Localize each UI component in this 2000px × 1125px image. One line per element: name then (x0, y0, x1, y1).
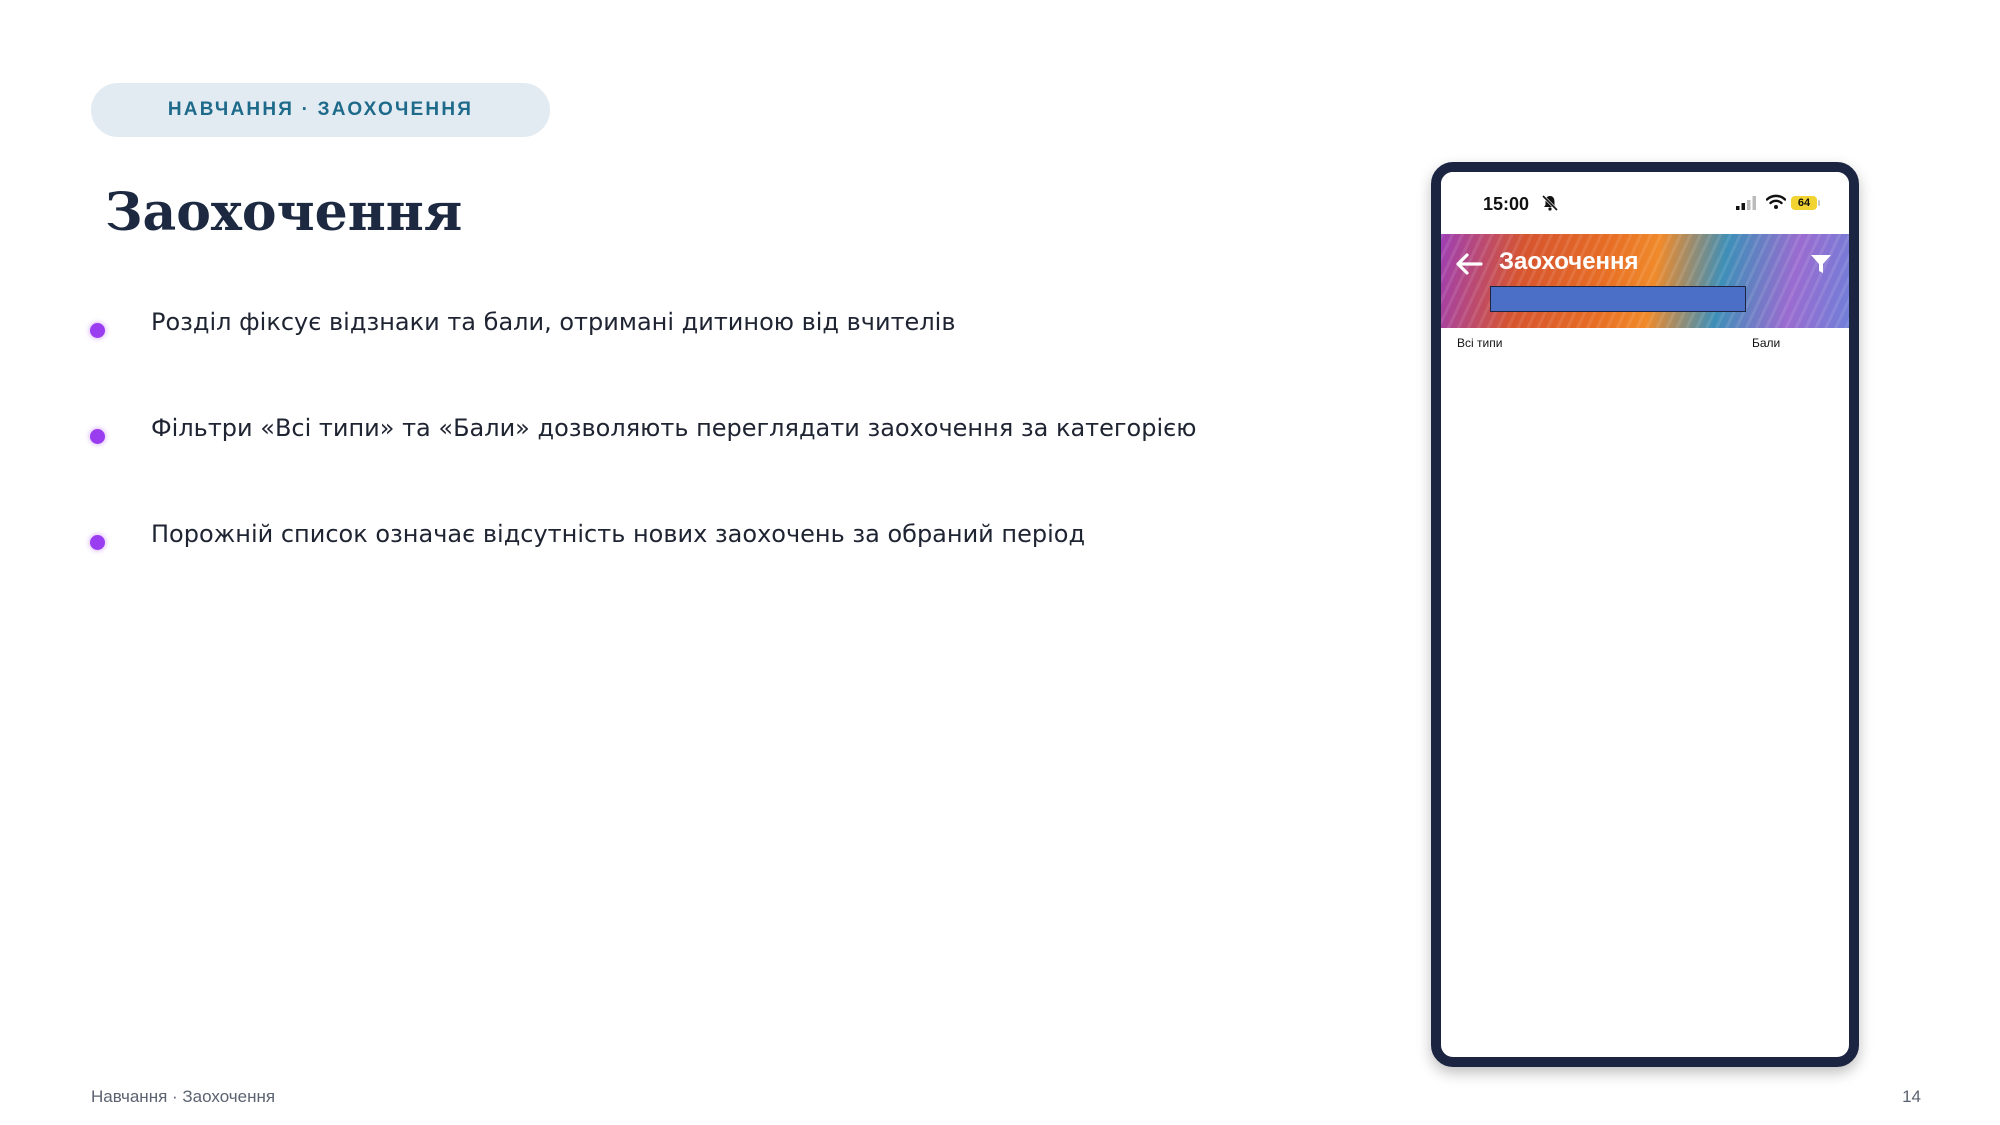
filter-row: Всі типи Бали (1441, 328, 1849, 358)
battery-tip (1818, 200, 1820, 206)
page-number: 14 (1902, 1087, 1921, 1106)
bullet-dot-icon (90, 535, 105, 550)
filter-points[interactable]: Бали (1752, 336, 1780, 350)
section-badge: НАВЧАННЯ · ЗАОХОЧЕННЯ (91, 83, 550, 137)
status-bar: 15:00 64 (1441, 172, 1849, 234)
app-header: Заохочення (1441, 234, 1849, 328)
bullet-text: Фільтри «Всі типи» та «Бали» дозволяють … (151, 414, 1197, 442)
page-title: Заохочення (105, 182, 463, 243)
bullet-text: Розділ фіксує відзнаки та бали, отримані… (151, 308, 956, 336)
bullet-dot-icon (90, 429, 105, 444)
app-title: Заохочення (1499, 248, 1639, 275)
bullet-dot-icon (90, 323, 105, 338)
filter-icon[interactable] (1809, 252, 1833, 281)
filter-all-types[interactable]: Всі типи (1457, 336, 1502, 350)
footer-caption: Навчання · Заохочення (91, 1087, 276, 1106)
battery-icon: 64 (1791, 196, 1817, 210)
status-time: 15:00 (1483, 194, 1530, 214)
signal-icon (1736, 196, 1758, 215)
phone-mockup: 15:00 64 Заохочення Всі типи Бали (1431, 162, 1859, 1067)
wifi-icon (1765, 194, 1787, 215)
bullet-text: Порожній список означає відсутність нови… (151, 520, 1086, 548)
bell-off-icon (1541, 194, 1559, 217)
back-arrow-icon[interactable] (1455, 252, 1483, 281)
redaction-box (1490, 286, 1746, 312)
